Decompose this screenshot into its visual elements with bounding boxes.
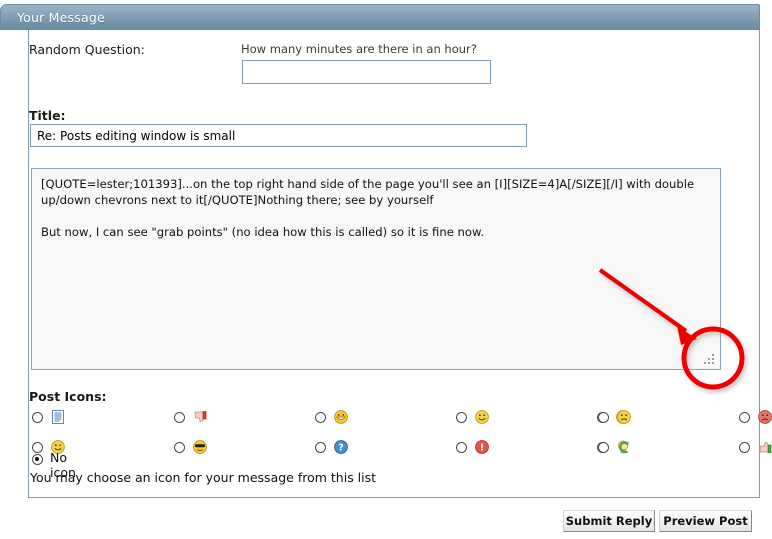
document-icon[interactable] bbox=[50, 409, 66, 425]
title-input[interactable] bbox=[30, 124, 527, 147]
post-icon-radio-smiley-wink[interactable] bbox=[32, 442, 43, 453]
submit-reply-button[interactable]: Submit Reply bbox=[563, 510, 655, 532]
post-icon-option-document[interactable] bbox=[32, 408, 80, 428]
post-icon-option-thumbs-up[interactable] bbox=[739, 438, 772, 458]
post-icon-option-smiley-cool[interactable] bbox=[174, 438, 222, 458]
post-icon-radio-document[interactable] bbox=[32, 412, 43, 423]
svg-text:!: ! bbox=[480, 443, 484, 454]
post-icon-radio-smiley-frown[interactable] bbox=[598, 412, 609, 423]
post-icon-option-smiley-frown[interactable] bbox=[598, 408, 646, 428]
post-icon-option-thumbs-down[interactable] bbox=[174, 408, 222, 428]
smiley-angry-red-icon[interactable] bbox=[757, 409, 772, 425]
exclamation-mark-icon[interactable]: ! bbox=[474, 439, 490, 455]
post-icon-option-smiley-grin[interactable] bbox=[315, 408, 363, 428]
message-textarea[interactable]: [QUOTE=lester;101393]...on the top right… bbox=[31, 168, 721, 370]
thumbs-down-icon[interactable] bbox=[192, 409, 208, 425]
post-icon-option-smiley-angry-red[interactable] bbox=[739, 408, 772, 428]
random-question-row: Random Question: How many minutes are th… bbox=[29, 40, 729, 92]
question-mark-icon[interactable]: ? bbox=[333, 439, 349, 455]
post-icon-radio-no-icon[interactable] bbox=[32, 454, 43, 465]
post-icon-radio-smiley-grin[interactable] bbox=[315, 412, 326, 423]
preview-post-button[interactable]: Preview Post bbox=[659, 510, 752, 532]
post-icon-radio-exclamation-mark[interactable] bbox=[456, 442, 467, 453]
green-arrow-icon[interactable] bbox=[616, 439, 632, 455]
post-icon-radio-thumbs-down[interactable] bbox=[174, 412, 185, 423]
smiley-cool-icon[interactable] bbox=[192, 439, 208, 455]
title-label: Title: bbox=[29, 108, 66, 123]
post-icon-option-green-arrow[interactable] bbox=[598, 438, 646, 458]
panel-title: Your Message bbox=[17, 10, 105, 25]
smiley-frown-icon[interactable] bbox=[616, 409, 632, 425]
post-icon-radio-question-mark[interactable] bbox=[315, 442, 326, 453]
post-icons-help-text: You may choose an icon for your message … bbox=[30, 470, 376, 485]
panel-titlebar: Your Message bbox=[0, 4, 760, 30]
svg-text:?: ? bbox=[338, 443, 344, 454]
post-icon-radio-green-arrow[interactable] bbox=[598, 442, 609, 453]
post-icon-radio-thumbs-up[interactable] bbox=[739, 442, 750, 453]
random-question-input[interactable] bbox=[242, 60, 491, 84]
post-icon-radio-smiley-smile[interactable] bbox=[456, 412, 467, 423]
smiley-grin-icon[interactable] bbox=[333, 409, 349, 425]
post-icon-option-smiley-smile[interactable] bbox=[456, 408, 504, 428]
post-icon-radio-smiley-cool[interactable] bbox=[174, 442, 185, 453]
post-icons-label: Post Icons: bbox=[29, 389, 107, 404]
post-icon-radio-smiley-angry-red[interactable] bbox=[739, 412, 750, 423]
post-icon-option-exclamation-mark[interactable]: ! bbox=[456, 438, 504, 458]
smiley-smile-icon[interactable] bbox=[474, 409, 490, 425]
random-question-label: Random Question: bbox=[29, 42, 145, 57]
post-icon-option-question-mark[interactable]: ? bbox=[315, 438, 363, 458]
thumbs-up-icon[interactable] bbox=[757, 439, 772, 455]
random-question-text: How many minutes are there in an hour? bbox=[241, 42, 477, 56]
